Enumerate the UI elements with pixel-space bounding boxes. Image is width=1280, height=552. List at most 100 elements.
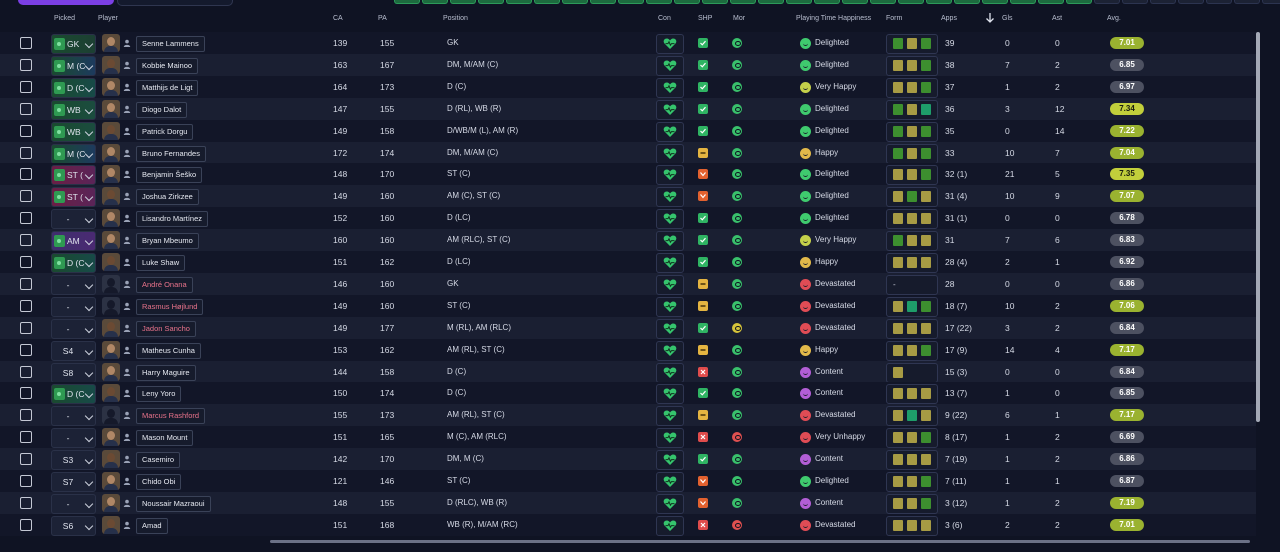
avatar[interactable] [102, 99, 120, 118]
header-gls[interactable]: Gls [1002, 15, 1013, 22]
header-form[interactable]: Form [886, 15, 902, 22]
row-checkbox[interactable] [20, 102, 32, 115]
picked-select[interactable]: - [51, 274, 96, 295]
row-checkbox[interactable] [20, 475, 32, 487]
table-row[interactable]: GK Senne Lammens 139 155 GK Delighted 39… [0, 32, 1256, 54]
row-checkbox[interactable] [20, 190, 32, 203]
row-checkbox[interactable] [20, 518, 32, 531]
table-row[interactable]: WB Diogo Dalot 147 155 D (RL), WB (R) De… [0, 97, 1256, 120]
picked-select[interactable]: D (C [51, 384, 96, 405]
table-row[interactable]: D (C Leny Yoro 150 174 D (C) Content 13 … [0, 382, 1256, 405]
toolbar-button[interactable] [1010, 0, 1036, 4]
table-row[interactable]: AM Bryan Mbeumo 160 160 AM (RLC), ST (C)… [0, 229, 1256, 252]
picked-select[interactable]: - [51, 428, 96, 449]
picked-select[interactable]: D (C [51, 253, 96, 273]
toolbar-button[interactable] [394, 0, 420, 4]
person-icon[interactable] [123, 127, 131, 135]
avatar[interactable] [102, 384, 120, 403]
toolbar-button[interactable] [1234, 0, 1260, 4]
table-row[interactable]: - Marcus Rashford 155 173 AM (RL), ST (C… [0, 404, 1256, 427]
table-row[interactable]: S8 Harry Maguire 144 158 D (C) Content 1… [0, 360, 1256, 383]
toolbar-button[interactable] [674, 0, 700, 4]
person-icon[interactable] [123, 389, 131, 398]
table-row[interactable]: - Rasmus Højlund 149 160 ST (C) Devastat… [0, 294, 1256, 317]
person-icon[interactable] [123, 346, 131, 354]
avatar[interactable] [102, 253, 120, 271]
avatar[interactable] [102, 143, 120, 162]
player-name-link[interactable]: Lisandro Martínez [136, 211, 209, 228]
person-icon[interactable] [123, 411, 131, 420]
toolbar-button[interactable] [450, 0, 476, 4]
secondary-view-tab[interactable] [117, 0, 233, 6]
person-icon[interactable] [123, 302, 131, 310]
row-checkbox[interactable] [20, 431, 32, 444]
toolbar-button[interactable] [1066, 0, 1092, 4]
header-apps[interactable]: Apps [941, 15, 957, 22]
avatar[interactable] [102, 406, 120, 425]
person-icon[interactable] [123, 105, 131, 113]
picked-select[interactable]: - [51, 318, 96, 339]
table-row[interactable]: S7 Chido Obi 121 146 ST (C) Delighted 7 … [0, 470, 1256, 492]
toolbar-button[interactable] [590, 0, 616, 4]
header-playing-time-happiness[interactable]: Playing Time Happiness [796, 15, 871, 22]
player-name-link[interactable]: Mason Mount [136, 430, 194, 447]
player-name-link[interactable]: Chido Obi [136, 474, 182, 490]
player-name-link[interactable]: Diogo Dalot [136, 101, 188, 118]
row-checkbox[interactable] [20, 80, 32, 93]
avatar[interactable] [102, 493, 120, 512]
table-row[interactable]: ST ( Joshua Zirkzee 149 160 AM (C), ST (… [0, 185, 1256, 208]
toolbar-button[interactable] [898, 0, 924, 4]
toolbar-button[interactable] [1206, 0, 1232, 4]
picked-select[interactable]: GK [51, 34, 96, 54]
picked-select[interactable]: ST ( [51, 187, 96, 208]
table-row[interactable]: - Lisandro Martínez 152 160 D (LC) Delig… [0, 207, 1256, 230]
picked-select[interactable]: S6 [51, 515, 96, 536]
person-icon[interactable] [123, 170, 131, 179]
avatar[interactable] [102, 296, 120, 315]
person-icon[interactable] [123, 455, 131, 464]
person-icon[interactable] [123, 368, 131, 376]
player-name-link[interactable]: Matheus Cunha [136, 342, 201, 359]
person-icon[interactable] [123, 214, 131, 223]
table-row[interactable]: - Noussair Mazraoui 148 155 D (RLC), WB … [0, 491, 1256, 514]
header-player[interactable]: Player [98, 15, 118, 22]
toolbar-button[interactable] [534, 0, 560, 4]
avatar[interactable] [102, 209, 120, 228]
person-icon[interactable] [123, 280, 131, 288]
row-checkbox[interactable] [20, 168, 32, 181]
avatar[interactable] [102, 515, 120, 534]
player-name-link[interactable]: Benjamin Šeško [136, 167, 203, 184]
row-checkbox[interactable] [20, 409, 32, 422]
header-position[interactable]: Position [443, 15, 468, 22]
picked-select[interactable]: S8 [51, 362, 96, 383]
avatar[interactable] [102, 362, 120, 381]
toolbar-button[interactable] [1150, 0, 1176, 4]
toolbar-button[interactable] [1178, 0, 1204, 4]
player-name-link[interactable]: Rasmus Højlund [136, 298, 204, 315]
row-checkbox[interactable] [20, 212, 32, 225]
player-name-link[interactable]: Bryan Mbeumo [136, 233, 199, 250]
toolbar-button[interactable] [926, 0, 952, 4]
toolbar-button[interactable] [870, 0, 896, 4]
person-icon[interactable] [123, 324, 131, 332]
header-avg[interactable]: Avg. [1107, 15, 1121, 22]
toolbar-button[interactable] [1038, 0, 1064, 4]
table-row[interactable]: - Mason Mount 151 165 M (C), AM (RLC) Ve… [0, 426, 1256, 449]
toolbar-button[interactable] [982, 0, 1008, 4]
row-checkbox[interactable] [20, 256, 32, 268]
picked-select[interactable]: M (C [51, 55, 96, 76]
row-checkbox[interactable] [20, 277, 32, 290]
person-icon[interactable] [123, 236, 131, 245]
row-checkbox[interactable] [20, 453, 32, 466]
avatar[interactable] [102, 231, 120, 250]
picked-select[interactable]: S7 [51, 472, 96, 492]
table-row[interactable]: D (C Luke Shaw 151 162 D (LC) Happy 28 (… [0, 251, 1256, 273]
picked-select[interactable]: S3 [51, 450, 96, 471]
row-checkbox[interactable] [20, 146, 32, 159]
row-checkbox[interactable] [20, 124, 32, 137]
toolbar-button[interactable] [618, 0, 644, 4]
row-checkbox[interactable] [20, 58, 32, 71]
table-row[interactable]: M (C Bruno Fernandes 172 174 DM, M/AM (C… [0, 141, 1256, 164]
player-name-link[interactable]: Kobbie Mainoo [136, 57, 199, 74]
avatar[interactable] [102, 121, 120, 140]
